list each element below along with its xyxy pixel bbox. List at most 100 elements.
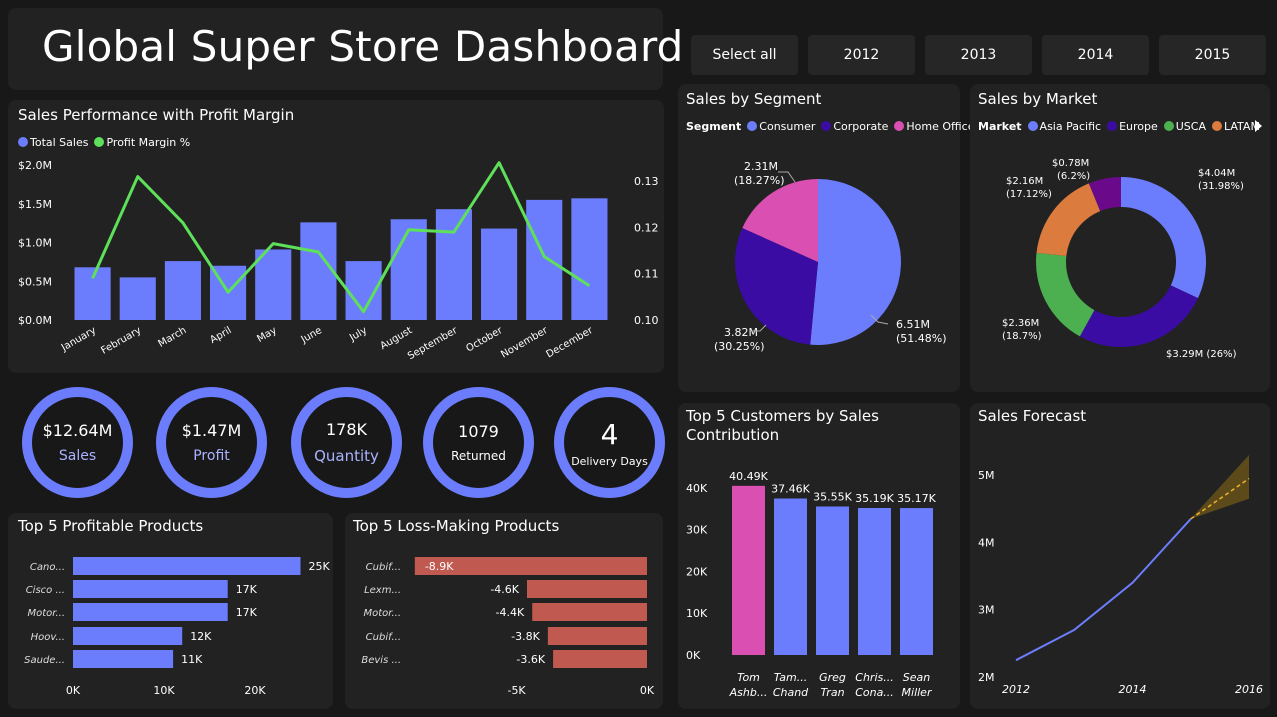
market-pct-label: (31.98%) [1198, 181, 1244, 192]
title-panel: Global Super Store Dashboard [8, 8, 683, 90]
dashboard-title: Global Super Store Dashboard [42, 22, 684, 71]
segment-pct-label: (30.25%) [714, 340, 765, 353]
x-tick-label: 0K [66, 684, 81, 697]
forecast-confidence-band [1190, 455, 1249, 519]
market-value-label: $2.16M [1006, 176, 1043, 187]
slicer-select-all[interactable]: Select all [691, 35, 798, 75]
x-tick-label: August [378, 325, 414, 352]
product-name-label: Bevis ... [361, 655, 401, 666]
customer-value-label: 35.17K [897, 492, 936, 505]
x-tick-label: -5K [507, 684, 526, 697]
kpi-sales-value: $12.64M [42, 421, 113, 440]
x-tick-label: April [208, 325, 233, 346]
forecast-actual-line [1015, 518, 1192, 662]
market-value-label: $4.04M [1198, 168, 1235, 179]
y-tick-label: $2.0M [18, 159, 52, 172]
market-value-label: $0.78M [1052, 158, 1089, 169]
y-tick-label: 10K [686, 607, 708, 620]
x-tick-label: 2012 [1002, 683, 1030, 696]
x-tick-label: February [99, 325, 143, 357]
product-value-label: -8.9K [425, 560, 454, 573]
x-tick-label: May [255, 325, 278, 345]
market-slice [1036, 252, 1095, 337]
kpi-quantity-value: 178K [325, 420, 368, 439]
kpi-returned-label: Returned [451, 449, 506, 463]
segment-value-label: 6.51M [896, 318, 930, 331]
customer-bar [774, 498, 807, 655]
product-bar [553, 650, 647, 668]
loss-products-panel: Top 5 Loss-Making Products Cubif... -8.9K… [345, 513, 663, 709]
y2-tick-label: 0.11 [634, 268, 659, 281]
product-name-label: Lexm... [364, 585, 401, 596]
product-bar [73, 627, 183, 645]
sales-bar [164, 261, 201, 320]
y2-tick-label: 0.12 [634, 221, 659, 234]
customer-name-label: Tom [737, 671, 760, 684]
x-tick-label: December [545, 325, 596, 361]
y-tick-label: 3M [978, 604, 995, 617]
top-customers-chart: 0K 10K 20K 30K 40K 40.49K Tom Ashb... 37.46K Tam.… [686, 470, 937, 699]
y-tick-label: $1.0M [18, 237, 52, 250]
x-tick-label: 2014 [1119, 683, 1147, 696]
product-value-label: 25K [309, 560, 331, 573]
x-tick-label: 20K [244, 684, 266, 697]
customer-name-label: Tran [820, 686, 844, 699]
x-tick-label: July [347, 325, 369, 344]
market-pct-label: (17.12%) [1006, 189, 1052, 200]
sales-segment-panel: Sales by Segment Segment Consumer Corpor… [678, 84, 974, 392]
product-bar [73, 603, 228, 621]
sales-performance-panel: Sales Performance with Profit Margin Tot… [8, 100, 664, 373]
market-slice [1079, 285, 1198, 347]
product-bar [73, 650, 174, 668]
customer-name-label: Sean [903, 671, 930, 684]
x-tick-label: 0K [640, 684, 655, 697]
loss-products-chart: Cubif... -8.9K Lexm... -4.6K Motor... -4.4K Cu… [361, 557, 655, 697]
x-tick-label: September [406, 325, 460, 363]
y-tick-label: 2M [978, 671, 995, 684]
slicer-2014[interactable]: 2014 [1042, 35, 1149, 75]
product-name-label: Cisco ... [26, 585, 65, 596]
kpi-sales-label: Sales [58, 448, 97, 464]
x-tick-label: November [499, 325, 550, 361]
segment-slice [810, 179, 902, 345]
customer-name-label: Miller [902, 686, 933, 699]
product-name-label: Cano... [30, 562, 65, 573]
customer-value-label: 40.49K [729, 470, 768, 483]
kpi-quantity: 178K Quantity [291, 387, 402, 498]
market-pct-label: (18.7%) [1002, 331, 1042, 342]
customer-name-label: Chris... [855, 671, 893, 684]
market-pct-label: (6.2%) [1057, 171, 1090, 182]
kpi-profit-label: Profit [193, 448, 230, 464]
product-bar [527, 580, 647, 598]
x-tick-label: 10K [153, 684, 175, 697]
product-value-label: 17K [236, 583, 258, 596]
customer-bar [858, 507, 891, 655]
sales-segment-chart: 6.51M(51.48%) 3.82M(30.25%) 2.31M(18.27%) [714, 160, 947, 353]
product-bar [547, 627, 647, 645]
customer-value-label: 35.55K [813, 490, 852, 503]
x-tick-label: June [299, 325, 324, 346]
y-tick-label: 20K [686, 565, 708, 578]
slicer-2015[interactable]: 2015 [1159, 35, 1266, 75]
slicer-2013[interactable]: 2013 [925, 35, 1032, 75]
product-value-label: 17K [236, 606, 258, 619]
y-tick-label: $0.0M [18, 314, 52, 327]
product-name-label: Motor... [363, 608, 401, 619]
x-tick-label: 2016 [1235, 683, 1263, 696]
kpi-sales: $12.64M Sales [22, 387, 133, 498]
sales-forecast-panel: Sales Forecast 2M 3M 4M 5M 2012 2014 2016 [970, 403, 1270, 709]
segment-pct-label: (18.27%) [734, 174, 785, 187]
y-tick-label: 40K [686, 482, 708, 495]
kpi-profit-value: $1.47M [181, 421, 242, 440]
profitable-products-chart: Cano... 25K Cisco ... 17K Motor... 17K Hoov...… [24, 557, 331, 697]
customer-name-label: Ashb... [729, 686, 768, 699]
kpi-returned-value: 1079 [458, 422, 499, 441]
product-value-label: -4.6K [490, 583, 519, 596]
product-value-label: -4.4K [496, 606, 525, 619]
product-value-label: -3.6K [516, 653, 545, 666]
product-value-label: -3.8K [511, 630, 540, 643]
slicer-2012[interactable]: 2012 [808, 35, 915, 75]
y2-tick-label: 0.13 [634, 175, 659, 188]
y-tick-label: 5M [978, 469, 995, 482]
kpi-returned: 1079 Returned [423, 387, 534, 498]
